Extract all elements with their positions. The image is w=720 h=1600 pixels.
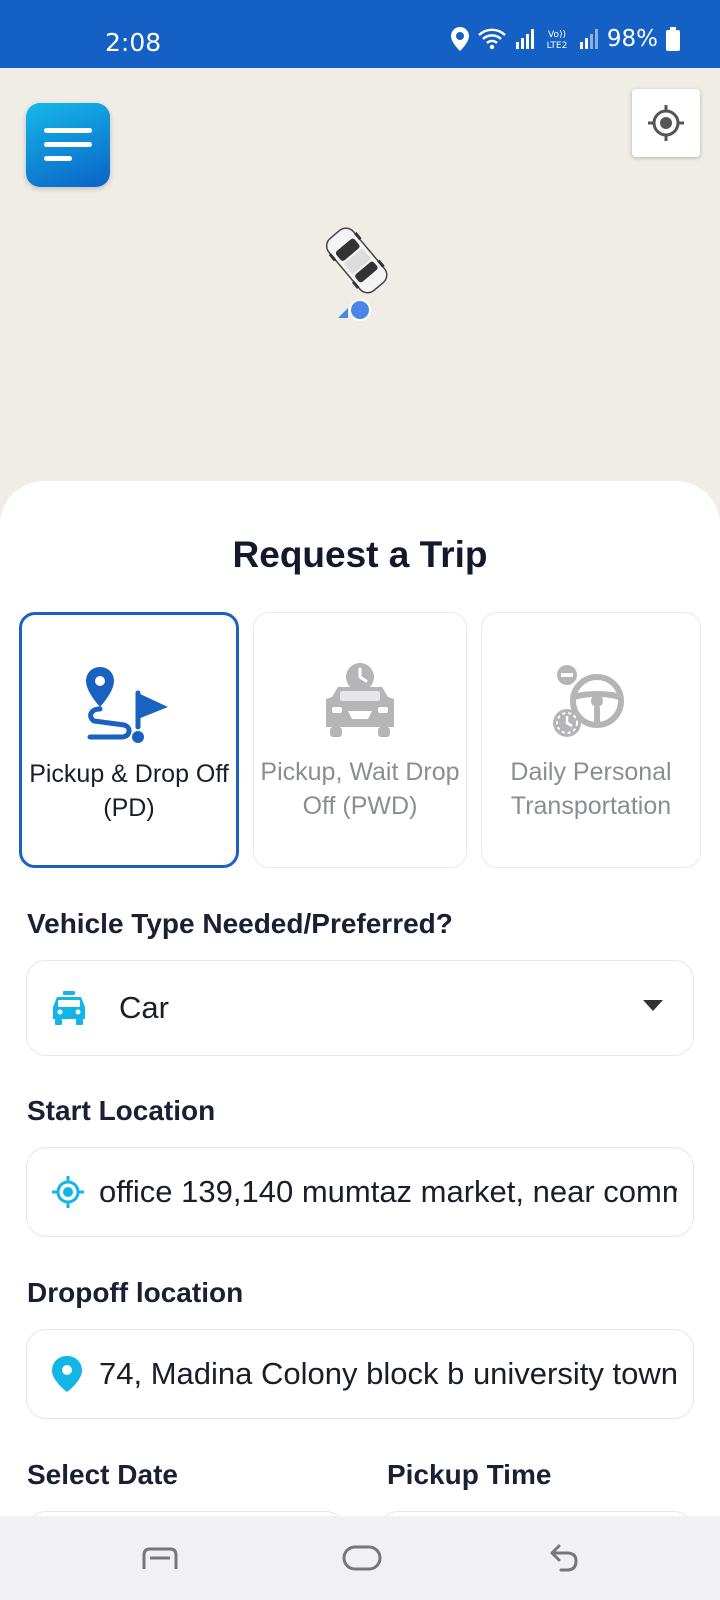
vehicle-type-dropdown[interactable]: Car [26,960,694,1056]
blue-dot-icon [338,299,371,321]
crosshair-icon [648,105,684,141]
start-location-value: office 139,140 mumtaz market, near comme… [99,1174,677,1209]
wifi-icon [478,28,506,50]
recent-apps-icon [142,1547,178,1569]
select-date-label: Select Date [27,1459,178,1490]
map-pin-icon [52,1356,82,1392]
signal-icon [579,29,598,49]
dropoff-location-label: Dropoff location [27,1277,244,1308]
menu-button[interactable] [26,103,110,187]
signal-icon [515,29,534,49]
back-button[interactable] [524,1516,604,1600]
vehicle-type-value: Car [119,990,169,1025]
trip-type-label: Daily Personal Transportation [510,758,672,820]
home-button[interactable] [322,1516,402,1600]
route-flag-icon [86,667,168,743]
location-icon [450,27,469,51]
car-clock-icon [326,663,394,737]
car-icon [325,227,388,294]
locate-me-button[interactable] [632,89,700,157]
trip-type-label: Pickup, Wait Drop Off (PWD) [260,758,460,820]
crosshair-icon [52,1176,84,1208]
svg-text:Vo)): Vo)) [548,30,566,40]
trip-type-daily[interactable]: Daily Personal Transportation [481,612,701,868]
menu-icon [44,128,92,161]
taxi-icon [53,991,85,1025]
system-nav-bar [0,1516,720,1600]
battery-percent: 98% [606,26,658,52]
user-location-marker [338,296,374,331]
start-location-input[interactable]: office 139,140 mumtaz market, near comme… [26,1147,694,1237]
status-time: 2:08 [105,28,162,57]
start-location-label: Start Location [27,1095,216,1126]
battery-icon [666,27,680,51]
status-bar: 2:08 Vo)) LTE2 98% [0,0,720,68]
sheet-title: Request a Trip [232,534,488,575]
home-icon [342,1545,382,1571]
status-icons: Vo)) LTE2 98% [450,26,680,52]
dropoff-location-input[interactable]: 74, Madina Colony block b university tow… [26,1329,694,1419]
trip-type-pwd[interactable]: Pickup, Wait Drop Off (PWD) [253,612,467,868]
back-icon [550,1544,578,1572]
steering-wheel-icon [553,665,624,737]
pickup-time-label: Pickup Time [387,1459,552,1490]
dropoff-location-value: 74, Madina Colony block b university tow… [99,1356,677,1391]
trip-type-label: Pickup & Drop Off (PD) [29,760,229,822]
car-marker [318,222,398,307]
svg-text:LTE2: LTE2 [547,41,568,51]
recent-apps-button[interactable] [120,1516,200,1600]
volte-icon: Vo))LTE2 [547,30,568,51]
trip-type-pd[interactable]: Pickup & Drop Off (PD) [19,612,239,868]
caret-down-icon [643,1000,663,1011]
vehicle-type-label: Vehicle Type Needed/Preferred? [27,908,453,939]
